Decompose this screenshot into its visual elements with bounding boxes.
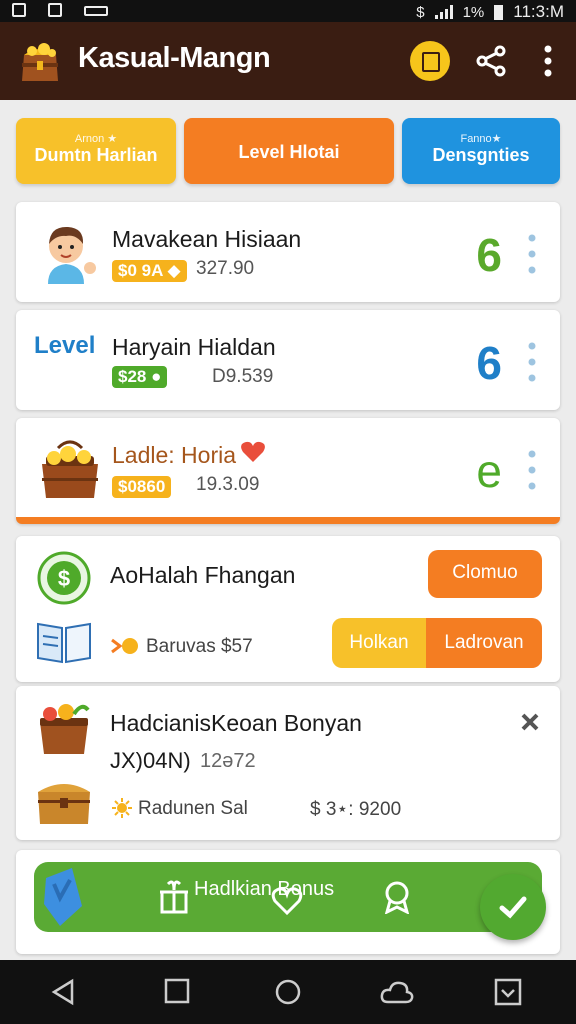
- open-book-icon: [37, 622, 91, 664]
- back-icon[interactable]: [50, 978, 76, 1006]
- gallery-icon: [48, 3, 62, 17]
- tab-label: Dumtn Harlian: [34, 145, 158, 165]
- more-vert-icon[interactable]: [524, 448, 540, 492]
- item-name: Ladle: Horia: [112, 442, 237, 468]
- category-tabs: Arnon ★ Dumtn Harlian Level Hlotai Fanno…: [16, 118, 560, 184]
- price-badge: $0860: [112, 476, 172, 498]
- app-title: Kasual-Mangn: [78, 42, 271, 74]
- tab-caption: Fanno★: [460, 133, 502, 145]
- item-name: Mavakean Hisiaan: [112, 226, 302, 252]
- bonus-title: AoHalah Fhangan: [110, 562, 296, 588]
- boy-avatar-icon: [48, 226, 96, 284]
- more-vert-icon[interactable]: [536, 44, 560, 78]
- treasure-chest-icon: [22, 43, 58, 81]
- battery-icon: [494, 4, 504, 20]
- heart-outline-icon: [271, 887, 303, 916]
- cloud-icon[interactable]: [380, 978, 414, 1006]
- system-nav-bar: [0, 960, 576, 1024]
- level-number: 6: [476, 337, 502, 389]
- sun-icon: [112, 798, 132, 818]
- download-box-icon[interactable]: [494, 978, 522, 1006]
- gold-chest-icon: [42, 440, 98, 498]
- detail-amount: $ 3⋆: 9200: [310, 799, 402, 820]
- list-item[interactable]: Ladle: Horia $0860 19.3.09 e: [16, 418, 560, 524]
- tab-dumtn-harlian[interactable]: Arnon ★ Dumtn Harlian: [16, 118, 176, 184]
- confirm-fab[interactable]: [480, 874, 546, 940]
- vibrate-icon: $: [416, 3, 425, 21]
- level-label: Level: [34, 332, 96, 359]
- segmented-control: Holkan Ladrovan: [332, 618, 542, 668]
- item-name: Haryain Hialdan: [112, 334, 276, 360]
- detail-title: HadcianisKeoan Bonyan: [110, 710, 362, 736]
- more-vert-icon[interactable]: [524, 340, 540, 384]
- level-number: 6: [476, 229, 502, 281]
- check-icon: [499, 896, 527, 919]
- heart-icon: [241, 441, 265, 462]
- detail-code: JX)04N): [110, 748, 191, 773]
- coin-arrow-icon: [111, 638, 138, 654]
- item-value: 19.3.09: [196, 474, 260, 495]
- dollar-coin-icon: $: [37, 551, 91, 605]
- svg-text:$: $: [58, 566, 70, 591]
- medal-icon: [384, 881, 410, 914]
- claim-button[interactable]: Clomuo: [428, 550, 542, 598]
- more-vert-icon[interactable]: [524, 232, 540, 276]
- price-badge: $0 9A ◆: [112, 260, 187, 282]
- tab-level-hlotai[interactable]: Level Hlotai: [184, 118, 394, 184]
- battery-percent: 1%: [462, 3, 485, 21]
- bonus-card: $ AoHalah Fhangan Clomuo Baruvas $57 Hol…: [16, 536, 560, 682]
- signal-icon: [434, 5, 453, 19]
- recents-icon[interactable]: [164, 978, 190, 1004]
- tag-icon: [44, 868, 82, 926]
- keyboard-icon: [84, 6, 108, 16]
- tab-label: Densgnties: [432, 145, 530, 165]
- banner-label: Hadlkian Bonus: [194, 878, 335, 900]
- detail-card: HadcianisKeoan Bonyan JX)04N) 12ə72 Radu…: [16, 686, 560, 840]
- tab-label: Level Hlotai: [238, 142, 340, 162]
- bonus-banner[interactable]: Hadlkian Bonus: [34, 862, 542, 932]
- detail-code-value: 12ə72: [200, 750, 256, 772]
- home-icon[interactable]: [274, 978, 302, 1006]
- ladrovan-button[interactable]: Ladrovan: [426, 618, 542, 668]
- notification-icon: [12, 3, 26, 17]
- chest-icon: [38, 784, 90, 824]
- vegetable-basket-icon: [40, 704, 90, 754]
- bonus-label: Baruvas $57: [146, 636, 253, 657]
- bonus-banner-card: Hadlkian Bonus: [16, 850, 560, 954]
- close-icon[interactable]: [520, 712, 540, 732]
- tab-densgnties[interactable]: Fanno★ Densgnties: [402, 118, 560, 184]
- clock: 11:3:M: [513, 2, 564, 21]
- list-item[interactable]: Level Haryain Hialdan $28 ● D9.539 6: [16, 310, 560, 410]
- item-value: D9.539: [212, 366, 274, 387]
- app-bar: Kasual-Mangn: [0, 22, 576, 100]
- gift-box-icon: [160, 880, 188, 914]
- status-bar: $ 1% 11:3:M: [0, 0, 576, 22]
- detail-line: Radunen Sal: [138, 798, 248, 819]
- item-value: 327.90: [196, 258, 255, 279]
- coin-icon[interactable]: [410, 41, 450, 81]
- level-number: e: [476, 445, 502, 497]
- tab-caption: Arnon ★: [74, 133, 118, 145]
- price-badge: $28 ●: [112, 366, 168, 388]
- share-icon[interactable]: [474, 44, 508, 78]
- list-item[interactable]: Mavakean Hisiaan $0 9A ◆ 327.90 6: [16, 202, 560, 302]
- holkan-button[interactable]: Holkan: [332, 618, 426, 668]
